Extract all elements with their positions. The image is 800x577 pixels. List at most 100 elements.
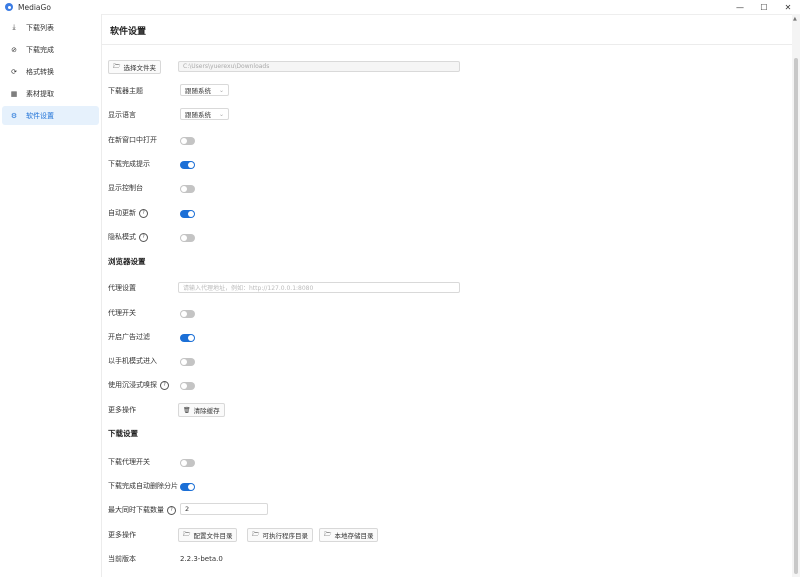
language-row: 显示语言 bbox=[108, 108, 136, 122]
folder-icon: 🗁 bbox=[183, 531, 191, 538]
exe-dir-button[interactable]: 🗁 可执行程序目录 bbox=[247, 528, 313, 542]
sidebar-item-download-complete[interactable]: ⊘ 下载完成 bbox=[2, 40, 99, 59]
show-console-label: 显示控制台 bbox=[108, 184, 143, 192]
browser-more-row: 更多操作 bbox=[108, 403, 136, 417]
exe-dir-label: 可执行程序目录 bbox=[262, 532, 308, 540]
chevron-up-icon[interactable]: ▲ bbox=[793, 16, 797, 22]
version-row: 当前版本 bbox=[108, 552, 136, 566]
adblock-row: 开启广告过滤 bbox=[108, 330, 150, 344]
version-value: 2.2.3-beta.0 bbox=[180, 555, 223, 563]
download-icon: ⤓ bbox=[12, 23, 16, 31]
grid-icon: ▦ bbox=[10, 89, 18, 98]
delete-segments-row: 下载完成自动删除分片 bbox=[108, 479, 178, 493]
language-select[interactable]: 跟随系统 ⌄ bbox=[180, 108, 229, 120]
max-concurrent-label-wrap: 最大同时下载数量 ? bbox=[108, 505, 176, 515]
sidebar: ⤓ 下载列表 ⊘ 下载完成 ⟳ 格式转换 ▦ 素材提取 ⚙ 软件设置 bbox=[0, 14, 102, 577]
max-concurrent-label: 最大同时下载数量 bbox=[108, 506, 164, 514]
settings-panel: 软件设置 🗁 选择文件夹 C:\Users\yuerexu\Downloads … bbox=[102, 14, 792, 577]
app-logo-icon bbox=[5, 3, 13, 11]
proxy-switch-row: 代理开关 bbox=[108, 306, 136, 320]
clear-cache-button[interactable]: 🗑 清除缓存 bbox=[178, 403, 225, 417]
help-icon[interactable]: ? bbox=[139, 208, 148, 218]
sidebar-item-material-extract[interactable]: ▦ 素材提取 bbox=[2, 84, 99, 103]
trash-icon: 🗑 bbox=[183, 406, 191, 414]
auto-update-row: 自动更新 ? bbox=[108, 206, 148, 220]
convert-icon: ⟳ bbox=[11, 67, 17, 76]
folder-icon: 🗁 bbox=[324, 531, 332, 538]
browser-section-title: 浏览器设置 bbox=[108, 257, 146, 266]
proxy-label: 代理设置 bbox=[108, 284, 136, 292]
choose-folder-label: 选择文件夹 bbox=[123, 64, 156, 72]
choose-folder-button[interactable]: 🗁 选择文件夹 bbox=[108, 60, 161, 74]
sidebar-item-settings[interactable]: ⚙ 软件设置 bbox=[2, 106, 99, 125]
theme-value: 跟随系统 bbox=[185, 87, 211, 95]
chevron-down-icon: ⌄ bbox=[218, 86, 224, 94]
delete-segments-toggle[interactable] bbox=[180, 483, 195, 491]
sidebar-item-download-list[interactable]: ⤓ 下载列表 bbox=[2, 18, 99, 37]
show-console-row: 显示控制台 bbox=[108, 181, 143, 195]
minimize-button[interactable]: — bbox=[728, 0, 752, 14]
immersive-sniff-label: 使用沉浸式嗅探 bbox=[108, 381, 157, 389]
scroll-thumb[interactable] bbox=[794, 58, 798, 574]
download-done-tip-row: 下载完成提示 bbox=[108, 157, 150, 171]
download-more-row: 更多操作 bbox=[108, 528, 136, 542]
folder-icon: 🗁 bbox=[252, 531, 260, 538]
sidebar-item-label: 下载完成 bbox=[26, 45, 54, 54]
proxy-switch-label: 代理开关 bbox=[108, 309, 136, 317]
storage-dir-button[interactable]: 🗁 本地存储目录 bbox=[319, 528, 379, 542]
mobile-mode-row: 以手机模式进入 bbox=[108, 354, 157, 368]
privacy-mode-toggle[interactable] bbox=[180, 234, 195, 242]
scrollbar[interactable]: ▲ bbox=[792, 14, 800, 577]
theme-label: 下载器主题 bbox=[108, 87, 143, 95]
config-dir-label: 配置文件目录 bbox=[193, 532, 233, 540]
config-dir-button[interactable]: 🗁 配置文件目录 bbox=[178, 528, 238, 542]
version-label: 当前版本 bbox=[108, 555, 136, 563]
delete-segments-label: 下载完成自动删除分片 bbox=[108, 482, 178, 490]
adblock-label: 开启广告过滤 bbox=[108, 333, 150, 341]
chevron-down-icon: ⌄ bbox=[218, 110, 224, 118]
open-new-window-label: 在新窗口中打开 bbox=[108, 136, 157, 144]
mobile-mode-label: 以手机模式进入 bbox=[108, 357, 157, 365]
immersive-sniff-toggle[interactable] bbox=[180, 382, 195, 390]
language-value: 跟随系统 bbox=[185, 111, 211, 119]
proxy-input[interactable]: 请输入代理地址，例如：http://127.0.0.1:8080 bbox=[178, 282, 460, 293]
close-button[interactable]: ✕ bbox=[776, 0, 800, 14]
proxy-row: 代理设置 bbox=[108, 281, 136, 295]
max-concurrent-row: 最大同时下载数量 ? bbox=[108, 503, 176, 517]
title-bar: MediaGo — ☐ ✕ bbox=[0, 0, 800, 15]
help-icon[interactable]: ? bbox=[167, 505, 176, 515]
help-icon[interactable]: ? bbox=[139, 232, 148, 242]
theme-select[interactable]: 跟随系统 ⌄ bbox=[180, 84, 229, 96]
auto-update-label-wrap: 自动更新 ? bbox=[108, 208, 148, 218]
language-label: 显示语言 bbox=[108, 111, 136, 119]
sidebar-item-label: 素材提取 bbox=[26, 89, 54, 98]
adblock-toggle[interactable] bbox=[180, 334, 195, 342]
download-proxy-row: 下载代理开关 bbox=[108, 455, 150, 469]
divider bbox=[102, 44, 792, 45]
check-circle-icon: ⊘ bbox=[11, 45, 17, 54]
gear-icon: ⚙ bbox=[10, 111, 18, 120]
show-console-toggle[interactable] bbox=[180, 185, 195, 193]
open-new-window-row: 在新窗口中打开 bbox=[108, 133, 157, 147]
privacy-mode-label: 隐私模式 bbox=[108, 233, 136, 241]
folder-icon: 🗁 bbox=[113, 63, 121, 70]
maximize-button[interactable]: ☐ bbox=[752, 0, 776, 14]
auto-update-toggle[interactable] bbox=[180, 210, 195, 218]
storage-dir-label: 本地存储目录 bbox=[334, 532, 374, 540]
proxy-toggle[interactable] bbox=[180, 310, 195, 318]
download-path-field[interactable]: C:\Users\yuerexu\Downloads bbox=[178, 61, 460, 72]
auto-update-label: 自动更新 bbox=[108, 209, 136, 217]
privacy-mode-row: 隐私模式 ? bbox=[108, 230, 148, 244]
sidebar-item-label: 格式转换 bbox=[26, 67, 54, 76]
immersive-sniff-label-wrap: 使用沉浸式嗅探 ? bbox=[108, 380, 169, 390]
max-concurrent-input[interactable]: 2 bbox=[180, 503, 268, 515]
mobile-mode-toggle[interactable] bbox=[180, 358, 195, 366]
download-done-tip-toggle[interactable] bbox=[180, 161, 195, 169]
download-done-tip-label: 下载完成提示 bbox=[108, 160, 150, 168]
download-proxy-toggle[interactable] bbox=[180, 459, 195, 467]
immersive-sniff-row: 使用沉浸式嗅探 ? bbox=[108, 378, 169, 392]
help-icon[interactable]: ? bbox=[160, 380, 169, 390]
open-new-window-toggle[interactable] bbox=[180, 137, 195, 145]
page-title: 软件设置 bbox=[110, 27, 147, 37]
sidebar-item-format-convert[interactable]: ⟳ 格式转换 bbox=[2, 62, 99, 81]
